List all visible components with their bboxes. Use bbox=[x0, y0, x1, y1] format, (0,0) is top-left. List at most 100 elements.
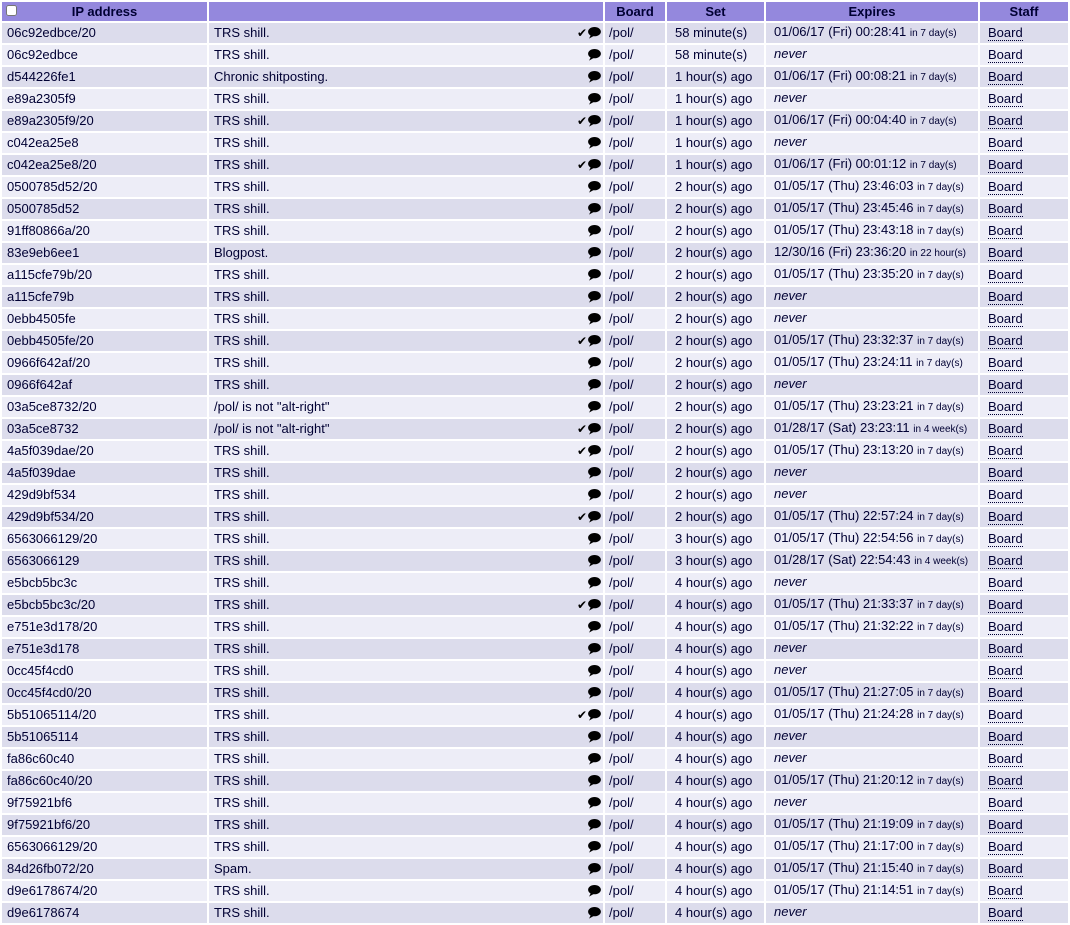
speech-bubble-icon[interactable] bbox=[588, 269, 601, 281]
ban-row: d544226fe1 Chronic shitposting. ✔ /pol/ … bbox=[2, 67, 1068, 87]
speech-bubble-icon[interactable] bbox=[588, 489, 601, 501]
ban-row: fa86c60c40 TRS shill. ✔ /pol/ 4 hour(s) … bbox=[2, 749, 1068, 769]
ban-row: 6563066129 TRS shill. ✔ /pol/ 3 hour(s) … bbox=[2, 551, 1068, 571]
speech-bubble-icon[interactable] bbox=[588, 467, 601, 479]
staff-name: Board bbox=[988, 619, 1023, 635]
ban-row: 84d26fb072/20 Spam. ✔ /pol/ 4 hour(s) ag… bbox=[2, 859, 1068, 879]
speech-bubble-icon[interactable] bbox=[588, 511, 601, 523]
speech-bubble-icon[interactable] bbox=[588, 841, 601, 853]
speech-bubble-icon[interactable] bbox=[588, 379, 601, 391]
ip-cell: 84d26fb072/20 bbox=[2, 859, 207, 879]
ban-row: 0cc45f4cd0 TRS shill. ✔ /pol/ 4 hour(s) … bbox=[2, 661, 1068, 681]
expires-note: in 7 day(s) bbox=[917, 820, 964, 831]
ban-icons: ✔ bbox=[588, 467, 601, 479]
staff-cell: Board bbox=[980, 287, 1068, 307]
select-all-checkbox[interactable] bbox=[6, 5, 17, 16]
set-cell: 4 hour(s) ago bbox=[667, 617, 764, 637]
speech-bubble-icon[interactable] bbox=[588, 665, 601, 677]
ip-cell: 0cc45f4cd0/20 bbox=[2, 683, 207, 703]
ban-icons: ✔ bbox=[588, 643, 601, 655]
expires-note: in 7 day(s) bbox=[917, 226, 964, 237]
ip-cell: 4a5f039dae bbox=[2, 463, 207, 483]
column-header-ip-label: IP address bbox=[71, 4, 138, 19]
speech-bubble-icon[interactable] bbox=[588, 885, 601, 897]
speech-bubble-icon[interactable] bbox=[588, 621, 601, 633]
staff-name: Board bbox=[988, 289, 1023, 305]
speech-bubble-icon[interactable] bbox=[588, 49, 601, 61]
ban-row: c042ea25e8/20 TRS shill. ✔ /pol/ 1 hour(… bbox=[2, 155, 1068, 175]
speech-bubble-icon[interactable] bbox=[588, 863, 601, 875]
staff-cell: Board bbox=[980, 397, 1068, 417]
staff-cell: Board bbox=[980, 837, 1068, 857]
reason-cell: TRS shill. ✔ bbox=[209, 111, 603, 131]
table-header-row: IP address Board Set Expires Staff bbox=[2, 2, 1068, 21]
expires-cell: never bbox=[766, 793, 978, 813]
expires-date: never bbox=[774, 486, 807, 501]
ban-icons: ✔ bbox=[588, 819, 601, 831]
speech-bubble-icon[interactable] bbox=[588, 819, 601, 831]
speech-bubble-icon[interactable] bbox=[588, 71, 601, 83]
speech-bubble-icon[interactable] bbox=[588, 225, 601, 237]
staff-cell: Board bbox=[980, 507, 1068, 527]
ip-cell: c042ea25e8 bbox=[2, 133, 207, 153]
speech-bubble-icon[interactable] bbox=[588, 643, 601, 655]
expires-cell: 01/06/17 (Fri) 00:04:40 in 7 day(s) bbox=[766, 111, 978, 131]
board-cell: /pol/ bbox=[605, 859, 665, 879]
speech-bubble-icon[interactable] bbox=[588, 401, 601, 413]
speech-bubble-icon[interactable] bbox=[588, 599, 601, 611]
speech-bubble-icon[interactable] bbox=[588, 797, 601, 809]
set-cell: 2 hour(s) ago bbox=[667, 265, 764, 285]
speech-bubble-icon[interactable] bbox=[588, 115, 601, 127]
reason-cell: TRS shill. ✔ bbox=[209, 881, 603, 901]
speech-bubble-icon[interactable] bbox=[588, 775, 601, 787]
board-cell: /pol/ bbox=[605, 287, 665, 307]
set-cell: 58 minute(s) bbox=[667, 45, 764, 65]
ban-icons: ✔ bbox=[588, 555, 601, 567]
speech-bubble-icon[interactable] bbox=[588, 577, 601, 589]
speech-bubble-icon[interactable] bbox=[588, 159, 601, 171]
expires-cell: 01/05/17 (Thu) 23:24:11 in 7 day(s) bbox=[766, 353, 978, 373]
reason-cell: TRS shill. ✔ bbox=[209, 639, 603, 659]
speech-bubble-icon[interactable] bbox=[588, 709, 601, 721]
speech-bubble-icon[interactable] bbox=[588, 423, 601, 435]
speech-bubble-icon[interactable] bbox=[588, 445, 601, 457]
ban-row: 0966f642af TRS shill. ✔ /pol/ 2 hour(s) … bbox=[2, 375, 1068, 395]
board-cell: /pol/ bbox=[605, 45, 665, 65]
speech-bubble-icon[interactable] bbox=[588, 291, 601, 303]
expires-date: 01/28/17 (Sat) 22:54:43 bbox=[774, 552, 911, 567]
speech-bubble-icon[interactable] bbox=[588, 313, 601, 325]
ban-row: 4a5f039dae/20 TRS shill. ✔ /pol/ 2 hour(… bbox=[2, 441, 1068, 461]
speech-bubble-icon[interactable] bbox=[588, 335, 601, 347]
speech-bubble-icon[interactable] bbox=[588, 203, 601, 215]
speech-bubble-icon[interactable] bbox=[588, 555, 601, 567]
speech-bubble-icon[interactable] bbox=[588, 731, 601, 743]
expires-date: never bbox=[774, 310, 807, 325]
expires-cell: 01/05/17 (Thu) 21:33:37 in 7 day(s) bbox=[766, 595, 978, 615]
ip-cell: 4a5f039dae/20 bbox=[2, 441, 207, 461]
expires-cell: never bbox=[766, 485, 978, 505]
speech-bubble-icon[interactable] bbox=[588, 533, 601, 545]
ban-reason: TRS shill. bbox=[214, 598, 270, 612]
speech-bubble-icon[interactable] bbox=[588, 357, 601, 369]
staff-cell: Board bbox=[980, 309, 1068, 329]
speech-bubble-icon[interactable] bbox=[588, 247, 601, 259]
set-cell: 2 hour(s) ago bbox=[667, 485, 764, 505]
staff-name: Board bbox=[988, 135, 1023, 151]
speech-bubble-icon[interactable] bbox=[588, 687, 601, 699]
board-cell: /pol/ bbox=[605, 375, 665, 395]
speech-bubble-icon[interactable] bbox=[588, 753, 601, 765]
speech-bubble-icon[interactable] bbox=[588, 137, 601, 149]
speech-bubble-icon[interactable] bbox=[588, 93, 601, 105]
expires-date: 01/28/17 (Sat) 23:23:11 bbox=[774, 420, 910, 435]
staff-name: Board bbox=[988, 509, 1023, 525]
set-cell: 4 hour(s) ago bbox=[667, 837, 764, 857]
speech-bubble-icon[interactable] bbox=[588, 181, 601, 193]
speech-bubble-icon[interactable] bbox=[588, 907, 601, 919]
ip-cell: 06c92edbce/20 bbox=[2, 23, 207, 43]
ip-cell: d9e6178674 bbox=[2, 903, 207, 923]
board-cell: /pol/ bbox=[605, 837, 665, 857]
ip-cell: 0500785d52 bbox=[2, 199, 207, 219]
expires-date: 01/06/17 (Fri) 00:08:21 bbox=[774, 68, 907, 83]
speech-bubble-icon[interactable] bbox=[588, 27, 601, 39]
staff-cell: Board bbox=[980, 441, 1068, 461]
